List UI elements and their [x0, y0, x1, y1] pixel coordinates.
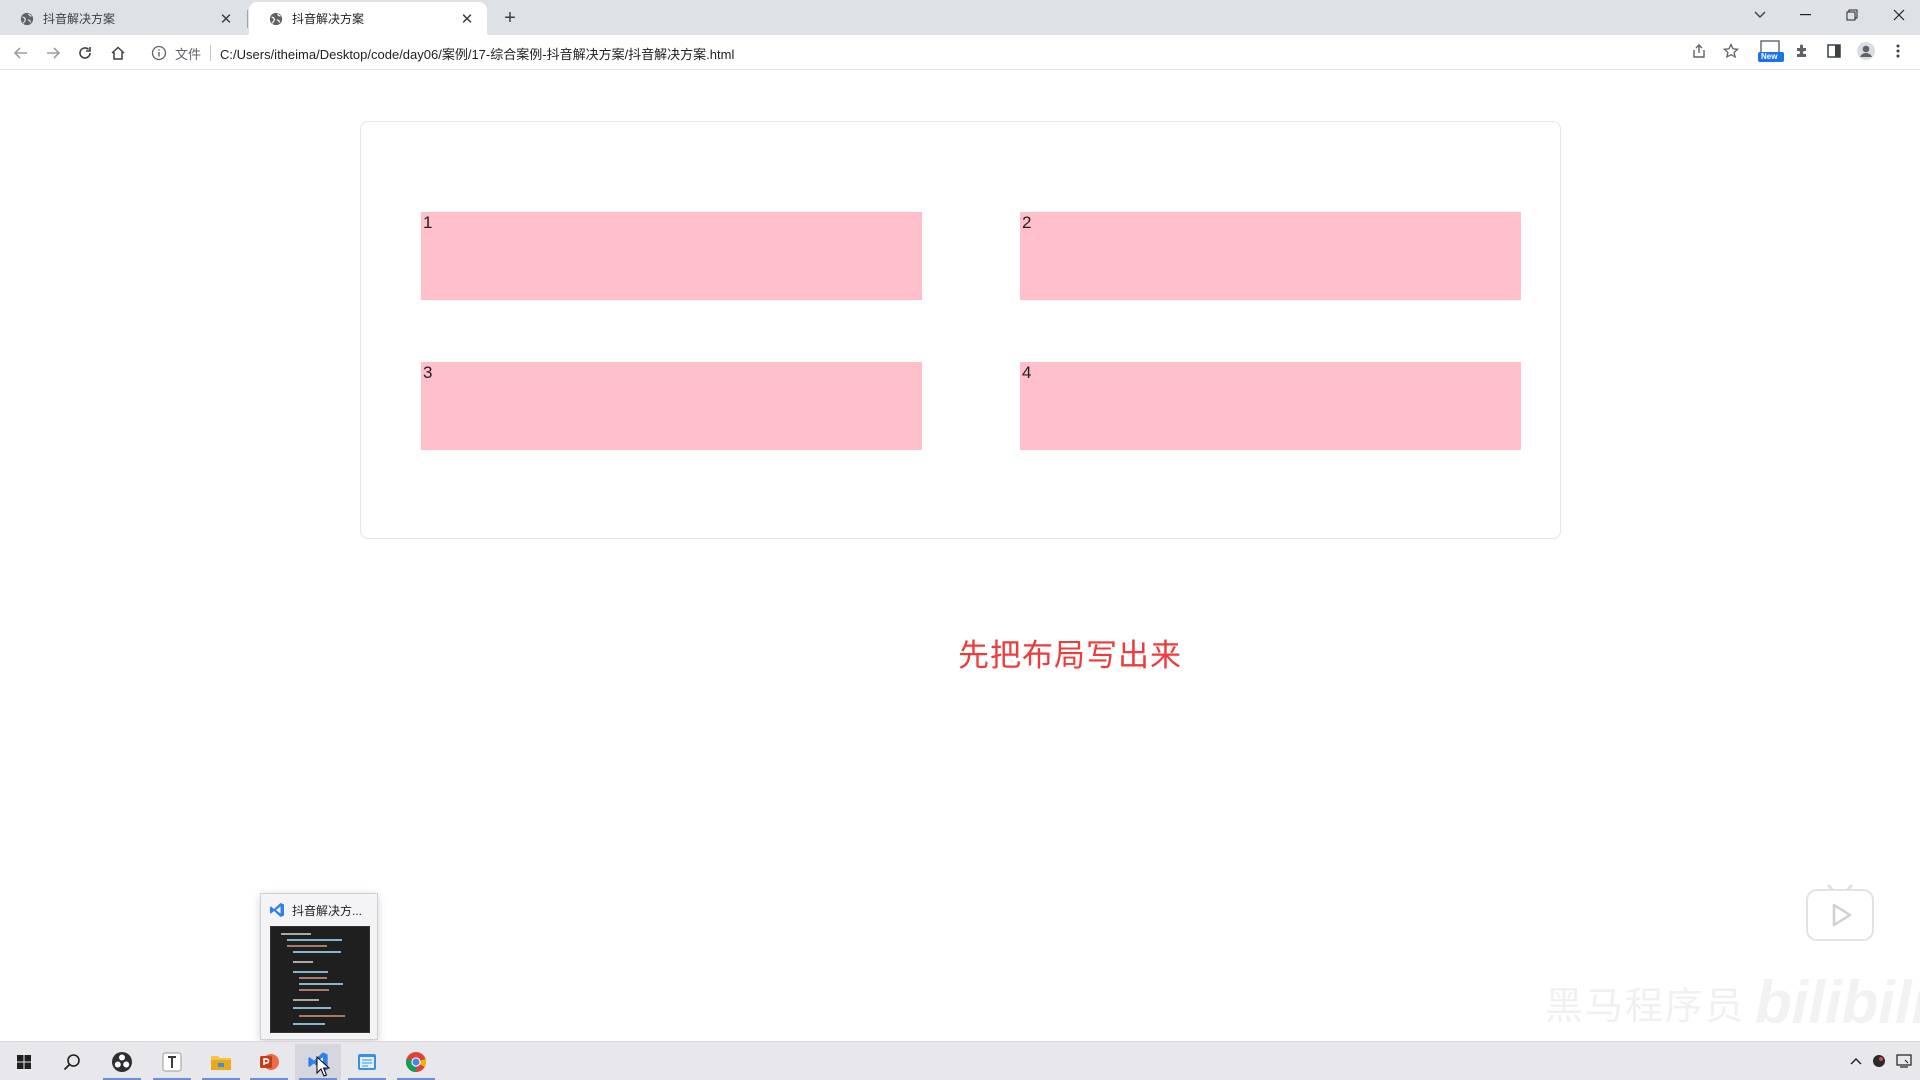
- grid-cell-2: 2: [1020, 212, 1521, 300]
- tab-title: 抖音解决方案: [43, 12, 116, 26]
- browser-toolbar: 文件 C:/Users/itheima/Desktop/code/day06/案…: [0, 35, 1920, 70]
- notification-icon[interactable]: [1894, 1050, 1914, 1072]
- preview-title: 抖音解决方...: [292, 903, 363, 918]
- play-icon[interactable]: [1805, 878, 1875, 942]
- bookmark-star-icon[interactable]: [1719, 39, 1743, 63]
- home-icon: [111, 46, 125, 60]
- content-container: 1 2 3 4: [360, 121, 1561, 539]
- profile-avatar-icon[interactable]: [1854, 39, 1878, 63]
- windows-taskbar: [0, 1041, 1920, 1080]
- taskbar-typora[interactable]: [149, 1044, 195, 1080]
- windows-logo-icon: [17, 1055, 31, 1069]
- taskbar-chrome[interactable]: [393, 1044, 439, 1080]
- search-icon: [63, 1054, 80, 1071]
- new-tab-button[interactable]: +: [498, 6, 522, 30]
- tab-inactive[interactable]: 抖音解决方案 ✕: [0, 2, 246, 35]
- grid-cell-3: 3: [421, 362, 922, 450]
- close-window-button[interactable]: [1882, 0, 1916, 30]
- tab-separator: [247, 10, 248, 28]
- preview-thumbnail: [270, 926, 370, 1033]
- mouse-cursor-icon: [316, 1056, 330, 1077]
- info-icon[interactable]: [151, 45, 167, 61]
- vscode-icon: [270, 903, 284, 917]
- extension-new-icon[interactable]: New: [1757, 39, 1785, 63]
- watermark-text: 黑马程序员: [1545, 986, 1746, 1028]
- reload-icon: [79, 47, 91, 59]
- extension-new-badge: New: [1761, 52, 1778, 61]
- menu-kebab-icon[interactable]: [1886, 39, 1910, 63]
- back-arrow-icon: [13, 47, 27, 59]
- tab-title: 抖音解决方案: [292, 12, 365, 26]
- reload-button[interactable]: [72, 40, 98, 66]
- folder-icon: [211, 1056, 231, 1070]
- search-button[interactable]: [49, 1044, 95, 1080]
- taskbar-file-explorer[interactable]: [198, 1044, 244, 1080]
- forward-arrow-icon: [47, 47, 61, 59]
- address-separator: [210, 45, 212, 61]
- typora-icon: [162, 1052, 182, 1072]
- back-button[interactable]: [8, 40, 34, 66]
- minimize-button[interactable]: [1789, 0, 1823, 30]
- address-scheme-label: 文件: [175, 46, 202, 62]
- globe-icon: [20, 12, 34, 25]
- address-bar[interactable]: 文件 C:/Users/itheima/Desktop/code/day06/案…: [143, 39, 1710, 67]
- watermark-logo: bilibili: [1755, 969, 1920, 1036]
- tray-app-icon[interactable]: [1869, 1050, 1889, 1072]
- grid-cell-1: 1: [421, 212, 922, 300]
- taskbar-preview[interactable]: 抖音解决方...: [260, 893, 378, 1040]
- tab-strip: 抖音解决方案 ✕ 抖音解决方案 ✕ +: [0, 0, 1920, 35]
- notepad-icon: [358, 1054, 376, 1070]
- preview-header: 抖音解决方...: [269, 901, 373, 919]
- tab-active[interactable]: 抖音解决方案 ✕: [249, 2, 487, 35]
- forward-button[interactable]: [40, 40, 66, 66]
- tray-overflow-icon[interactable]: [1846, 1050, 1866, 1072]
- taskbar-obs[interactable]: [99, 1044, 145, 1080]
- start-button[interactable]: [1, 1044, 47, 1080]
- grid-cell-4: 4: [1020, 362, 1521, 450]
- share-icon[interactable]: [1687, 39, 1711, 63]
- side-panel-icon[interactable]: [1822, 39, 1846, 63]
- globe-icon: [269, 12, 283, 25]
- address-url[interactable]: C:/Users/itheima/Desktop/code/day06/案例/1…: [220, 44, 734, 63]
- obs-icon: [112, 1052, 132, 1072]
- close-tab-icon[interactable]: ✕: [459, 11, 475, 28]
- restore-button[interactable]: [1835, 0, 1869, 30]
- extensions-puzzle-icon[interactable]: [1790, 39, 1814, 63]
- close-tab-icon[interactable]: ✕: [218, 11, 234, 28]
- chrome-icon: [406, 1052, 426, 1073]
- taskbar-notepad[interactable]: [344, 1044, 390, 1080]
- home-button[interactable]: [105, 40, 131, 66]
- tab-search-icon[interactable]: [1743, 0, 1777, 30]
- annotation-hint-text: 先把布局写出来: [958, 638, 1182, 673]
- taskbar-powerpoint[interactable]: [246, 1044, 292, 1080]
- powerpoint-icon: [260, 1054, 279, 1070]
